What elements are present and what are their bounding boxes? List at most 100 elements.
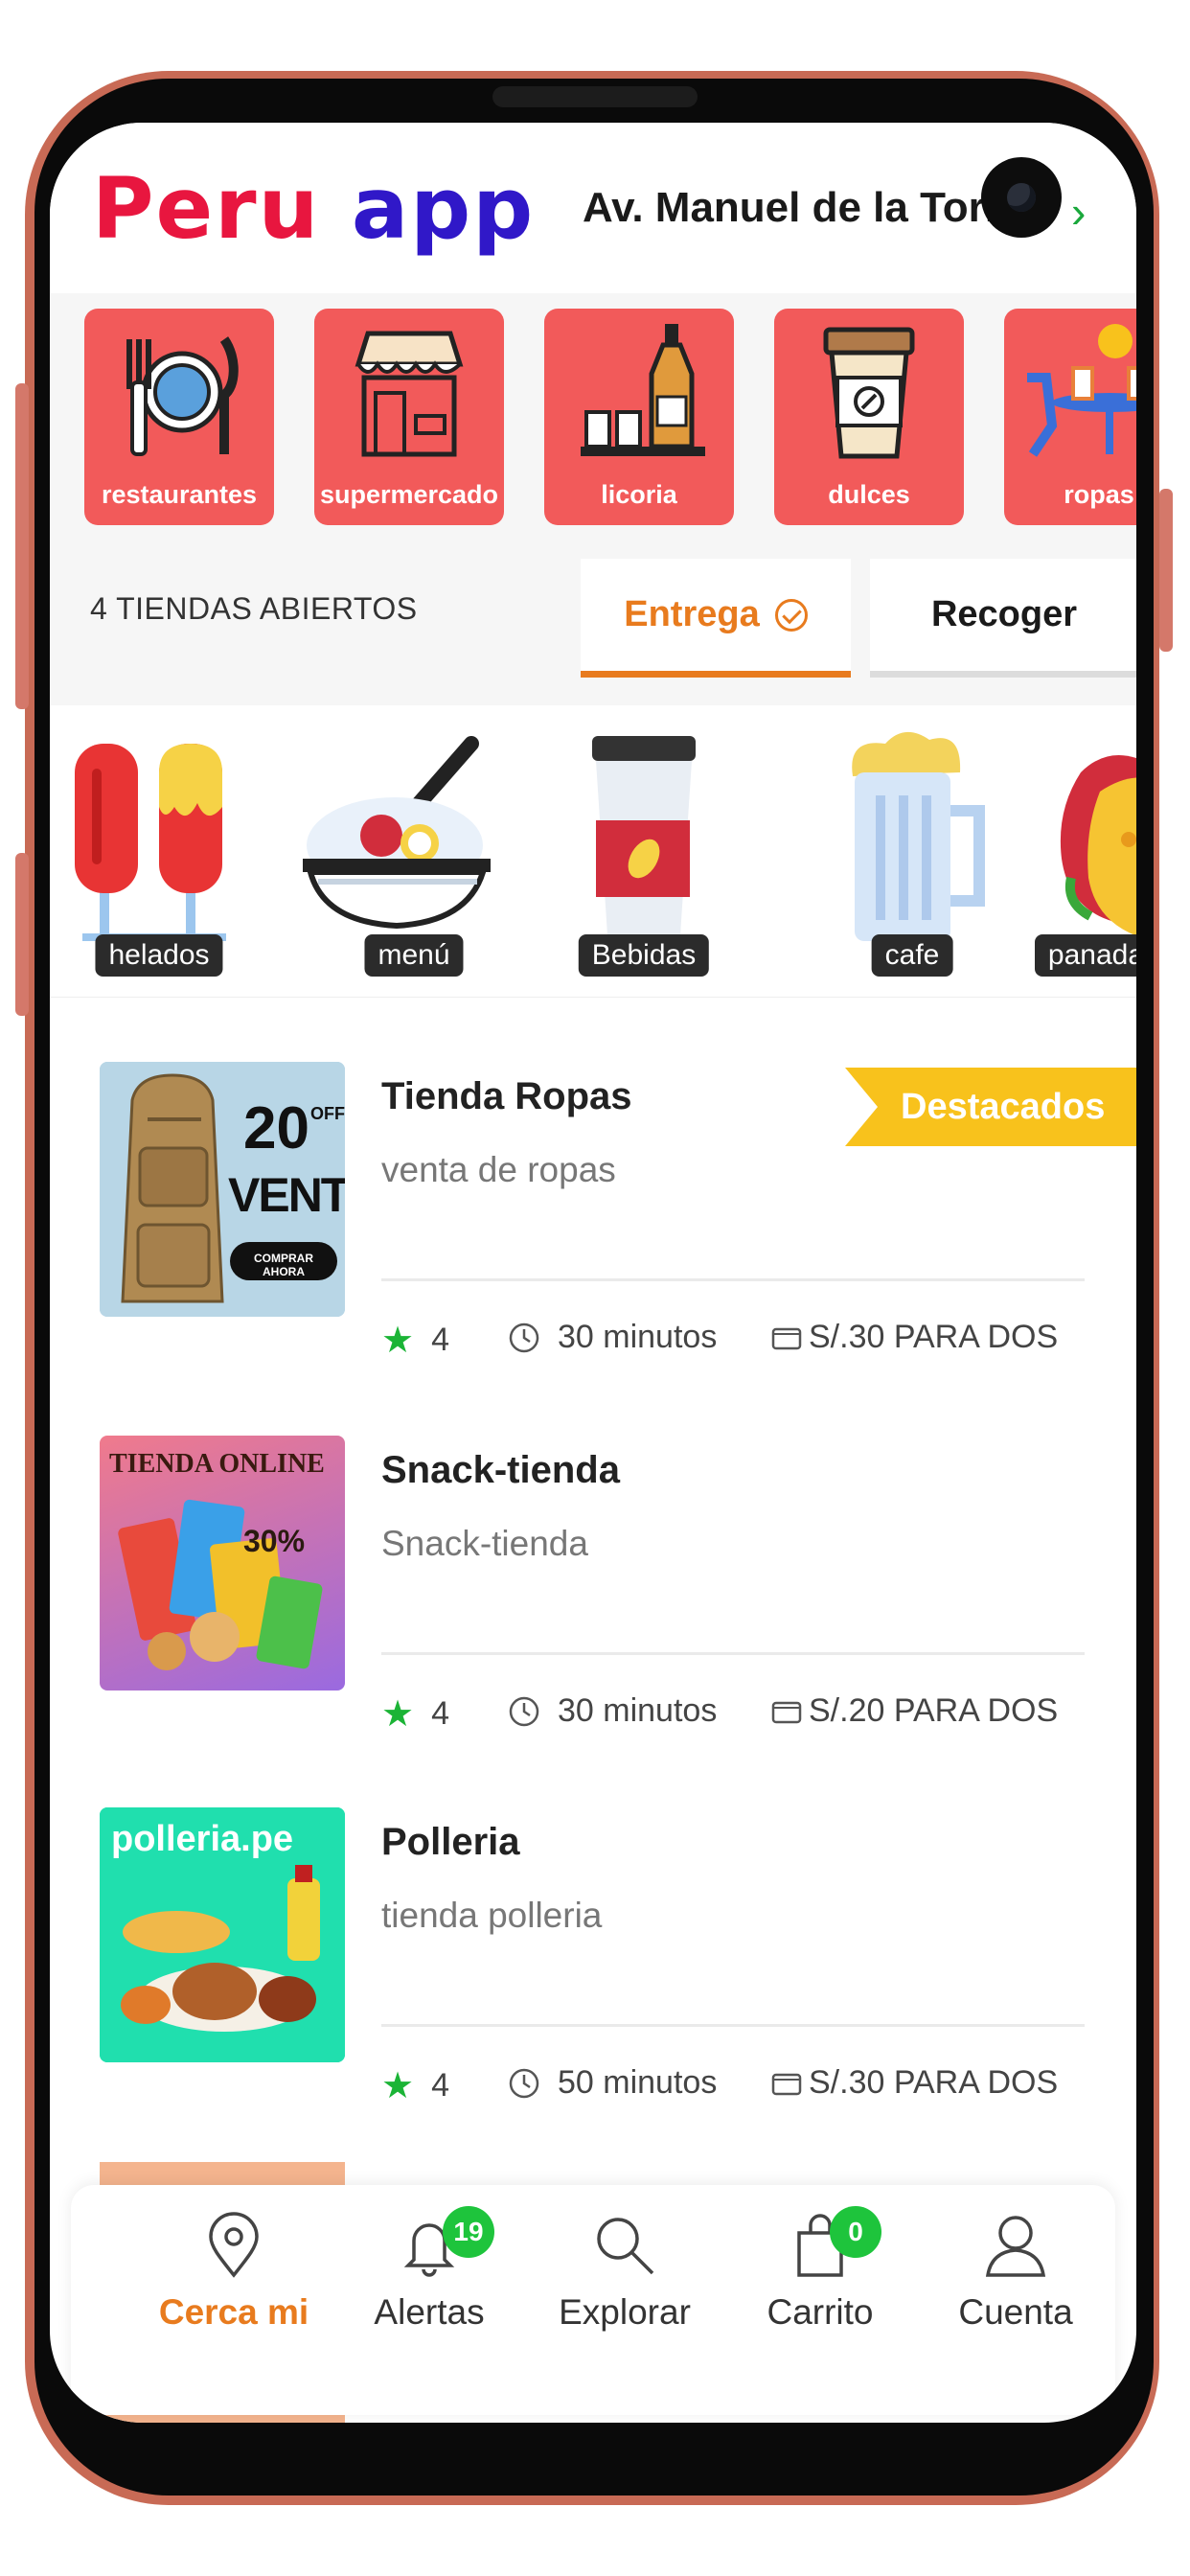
store-name[interactable]: Snack-tienda <box>381 1449 620 1492</box>
delivery-mode-bar: 4 TIENDAS ABIERTOS Entrega Recoger <box>50 538 1136 705</box>
nav-cuenta[interactable]: Cuenta <box>920 2212 1111 2404</box>
store-price: S/.20 PARA DOS <box>770 1692 1058 1730</box>
category-label: dulces <box>828 480 910 509</box>
time-value: 30 minutos <box>558 1692 718 1729</box>
location-pin-icon <box>209 2212 259 2278</box>
store-time: 50 minutos <box>508 2064 717 2102</box>
open-stores-count: 4 TIENDAS ABIERTOS <box>90 591 418 626</box>
store-time: 30 minutos <box>508 1692 717 1730</box>
category-carousel[interactable]: restaurantes supermercado licoria dulces… <box>50 293 1136 538</box>
nav-label: Carrito <box>767 2292 874 2332</box>
food-cafe[interactable]: cafe <box>816 705 1008 997</box>
food-panada[interactable]: panada <box>1034 705 1136 997</box>
food-label: Bebidas <box>578 934 710 977</box>
store-thumbnail: polleria.pe <box>100 1807 345 2062</box>
side-button <box>15 853 29 1016</box>
nav-explorar[interactable]: Explorar <box>529 2212 721 2404</box>
store-card[interactable]: 20 OFF VENTA COMPRAR AHORA Tienda Ropas … <box>50 1062 1136 1436</box>
star-icon: ★ <box>381 1321 415 1361</box>
divider <box>381 1278 1085 1281</box>
store-card[interactable]: TIENDA ONLINE 30% Snack-tienda Snack-tie… <box>50 1436 1136 1809</box>
tab-label: Recoger <box>930 594 1078 634</box>
wallet-icon <box>771 1701 802 1723</box>
food-label: panada <box>1034 934 1136 977</box>
featured-badge: Destacados <box>845 1068 1136 1146</box>
food-label: cafe <box>871 934 953 977</box>
store-price: S/.30 PARA DOS <box>770 2064 1058 2102</box>
category-restaurantes[interactable]: restaurantes <box>84 309 274 525</box>
category-ropas[interactable]: ropas <box>1004 309 1136 525</box>
cart-count-badge: 0 <box>830 2206 881 2258</box>
store-rating: ★ 4 <box>381 1319 449 1362</box>
store-price: S/.30 PARA DOS <box>770 1319 1058 1356</box>
category-supermercado[interactable]: supermercado <box>314 309 504 525</box>
coffee-cup-icon <box>823 327 915 459</box>
sale-percent: 20 <box>243 1095 309 1162</box>
front-camera <box>981 157 1062 238</box>
tab-entrega[interactable]: Entrega <box>581 559 851 678</box>
food-menu[interactable]: menú <box>303 705 510 997</box>
user-icon <box>985 2216 1046 2277</box>
search-icon <box>597 2218 654 2275</box>
food-label: helados <box>95 934 223 977</box>
divider <box>381 2024 1085 2027</box>
time-value: 30 minutos <box>558 1319 718 1355</box>
bottle-glasses-icon <box>581 324 705 456</box>
power-button <box>1159 489 1173 652</box>
rice-bowl-icon <box>303 736 491 930</box>
category-label: supermercado <box>319 480 499 509</box>
delivery-address[interactable]: Av. Manuel de la Torre <box>583 184 1024 232</box>
taco-icon <box>1060 755 1136 936</box>
category-label: ropas <box>1064 480 1134 509</box>
food-label: menú <box>364 934 464 977</box>
nav-carrito[interactable]: 0 Carrito <box>724 2206 916 2404</box>
tab-label: Entrega <box>624 594 760 634</box>
logo-word-peru: Peru <box>92 159 321 258</box>
price-value: S/.20 PARA DOS <box>809 1692 1059 1729</box>
bottom-navigation: Cerca mi 19 Alertas Explorar 0 Carrito C… <box>71 2185 1115 2415</box>
category-dulces[interactable]: dulces <box>774 309 964 525</box>
food-type-carousel[interactable]: helados menú Bebidas cafe panada <box>50 705 1136 998</box>
store-card[interactable]: polleria.pe Polleria tienda polleria ★ 4 … <box>50 1807 1136 2181</box>
nav-label: Cuenta <box>958 2292 1073 2332</box>
plate-cutlery-icon <box>126 336 239 456</box>
store-rating: ★ 4 <box>381 2064 449 2107</box>
star-icon: ★ <box>381 1694 415 1735</box>
store-thumbnail: TIENDA ONLINE 30% <box>100 1436 345 1690</box>
store-description: tienda polleria <box>381 1896 603 1935</box>
time-value: 50 minutos <box>558 2064 718 2101</box>
popsicle-icon <box>75 744 226 951</box>
price-value: S/.30 PARA DOS <box>809 1319 1059 1355</box>
store-front-icon <box>355 331 464 457</box>
chevron-right-icon[interactable]: › <box>1071 186 1086 238</box>
app-logo[interactable]: Peru app <box>92 159 535 258</box>
beer-mug-icon <box>852 731 985 941</box>
thumb-discount: 30% <box>243 1524 306 1558</box>
wallet-icon <box>771 2073 802 2095</box>
wallet-icon <box>771 1327 802 1349</box>
store-name[interactable]: Polleria <box>381 1821 520 1864</box>
rating-value: 4 <box>431 2067 449 2104</box>
nav-alertas[interactable]: 19 Alertas <box>333 2206 525 2404</box>
sale-off: OFF <box>310 1104 345 1123</box>
nav-cerca-mi[interactable]: Cerca mi <box>138 2212 330 2404</box>
store-name[interactable]: Tienda Ropas <box>381 1075 632 1118</box>
star-icon: ★ <box>381 2066 415 2106</box>
cafe-table-icon <box>1027 324 1136 457</box>
speaker-grille <box>492 86 698 107</box>
thumb-title: TIENDA ONLINE <box>109 1449 325 1479</box>
drink-cup-icon <box>592 736 696 935</box>
food-helados[interactable]: helados <box>63 705 255 997</box>
notification-count-badge: 19 <box>443 2206 494 2258</box>
app-header: Peru app Av. Manuel de la Torre › <box>50 123 1136 293</box>
clock-icon <box>509 2068 539 2098</box>
tab-recoger[interactable]: Recoger <box>870 559 1136 678</box>
sale-cta: COMPRAR AHORA <box>254 1252 313 1278</box>
store-description: Snack-tienda <box>381 1524 588 1563</box>
sale-word: VENTA <box>228 1168 345 1222</box>
category-licoria[interactable]: licoria <box>544 309 734 525</box>
logo-word-app: app <box>351 159 536 258</box>
store-time: 30 minutos <box>508 1319 717 1356</box>
clock-icon <box>509 1322 539 1352</box>
food-bebidas[interactable]: Bebidas <box>548 705 740 997</box>
